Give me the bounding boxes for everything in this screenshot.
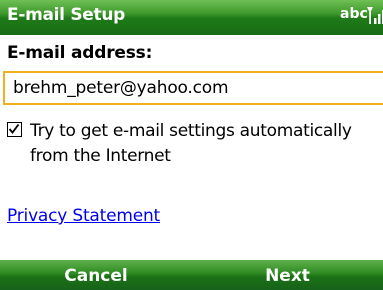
title-bar: E-mail Setup abc [0,0,383,35]
cancel-softkey[interactable]: Cancel [0,266,192,286]
input-mode-indicator: abc [340,6,368,22]
email-address-input[interactable]: brehm_peter@yahoo.com [3,71,383,105]
window-title: E-mail Setup [7,5,125,25]
next-softkey[interactable]: Next [192,266,383,286]
email-setup-form: E-mail address: brehm_peter@yahoo.com Tr… [0,35,383,260]
auto-settings-checkbox[interactable] [7,122,22,137]
auto-settings-label: Try to get e-mail settings automatically… [30,121,352,166]
privacy-statement-link[interactable]: Privacy Statement [7,206,160,226]
softkey-bar: Cancel Next [0,260,383,290]
email-address-label: E-mail address: [7,43,153,63]
signal-strength-icon [366,4,383,28]
checkmark-icon [8,123,20,134]
